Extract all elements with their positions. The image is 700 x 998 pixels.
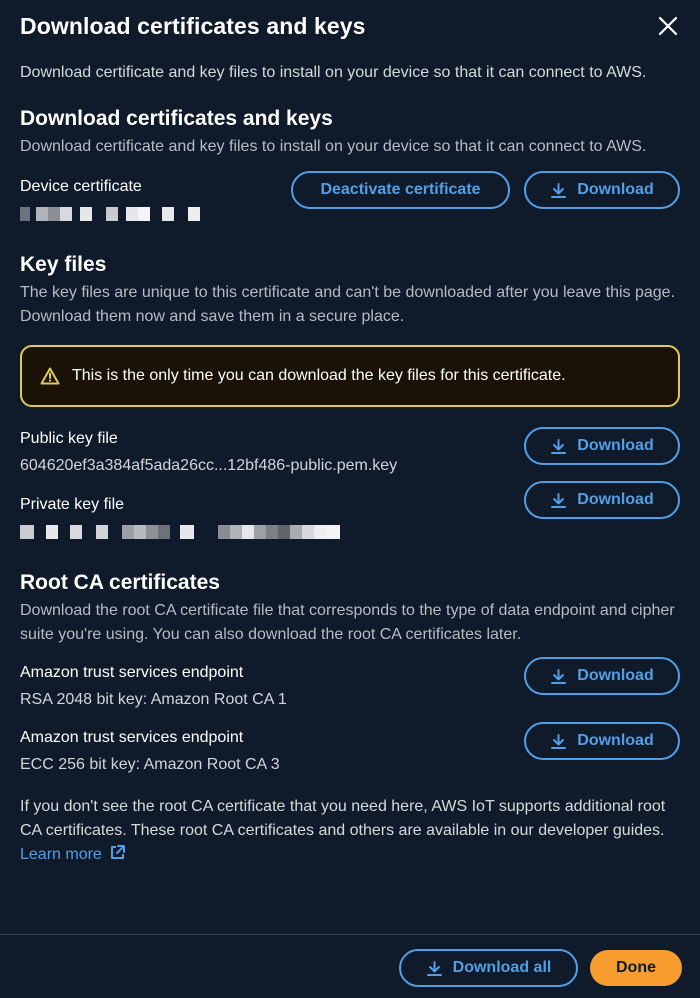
download-icon	[551, 492, 567, 508]
download-device-certificate-button[interactable]: Download	[524, 171, 680, 209]
download-all-label: Download all	[452, 959, 552, 976]
root-ca-label: Amazon trust services endpoint	[20, 729, 244, 746]
root-ca-label: Amazon trust services endpoint	[20, 664, 244, 681]
root-ca-row: Amazon trust services endpoint ECC 256 b…	[20, 722, 680, 777]
download-icon	[551, 182, 567, 198]
private-key-info: Private key file	[20, 493, 340, 539]
modal-footer: Download all Done	[399, 949, 682, 987]
download-label: Download	[577, 491, 654, 508]
modal-title: Download certificates and keys	[20, 13, 366, 39]
learn-more-link[interactable]: Learn more	[20, 845, 126, 863]
modal-header: Download certificates and keys	[20, 12, 680, 40]
private-key-row: Private key file Download	[20, 481, 680, 539]
download-root-ca-1-button[interactable]: Download	[524, 657, 680, 695]
key-files-heading: Key files	[20, 253, 107, 276]
key-files-description: The key files are unique to this certifi…	[20, 284, 676, 325]
download-label: Download	[577, 181, 654, 198]
device-certificate-label: Device certificate	[20, 178, 142, 195]
private-key-redacted-value	[20, 525, 340, 539]
external-link-icon	[111, 845, 126, 859]
public-key-filename: 604620ef3a384af5ada26cc...12bf486-public…	[20, 457, 398, 474]
public-key-label: Public key file	[20, 430, 118, 447]
device-certificate-actions: Deactivate certificate Download	[291, 171, 680, 209]
key-files-section: Key files The key files are unique to th…	[20, 251, 680, 539]
warning-icon	[40, 367, 60, 385]
download-private-key-button[interactable]: Download	[524, 481, 680, 519]
public-key-row: Public key file 604620ef3a384af5ada26cc.…	[20, 427, 680, 478]
download-icon	[551, 733, 567, 749]
root-ca-footer-text: If you don't see the root CA certificate…	[20, 795, 680, 867]
root-ca-section: Root CA certificates Download the root C…	[20, 569, 680, 867]
download-icon	[551, 438, 567, 454]
root-ca-info: Amazon trust services endpoint RSA 2048 …	[20, 661, 287, 712]
root-ca-value: ECC 256 bit key: Amazon Root CA 3	[20, 756, 280, 773]
private-key-label: Private key file	[20, 496, 125, 513]
download-label: Download	[577, 667, 654, 684]
close-button[interactable]	[654, 12, 682, 40]
footer-divider	[0, 934, 700, 935]
root-ca-info: Amazon trust services endpoint ECC 256 b…	[20, 726, 280, 777]
root-ca-row: Amazon trust services endpoint RSA 2048 …	[20, 657, 680, 712]
warning-text: This is the only time you can download t…	[72, 367, 566, 384]
learn-more-label: Learn more	[20, 846, 102, 863]
download-label: Download	[577, 732, 654, 749]
root-ca-value: RSA 2048 bit key: Amazon Root CA 1	[20, 691, 287, 708]
certificates-heading: Download certificates and keys	[20, 107, 333, 130]
root-ca-description: Download the root CA certificate file th…	[20, 602, 675, 643]
download-icon	[551, 668, 567, 684]
close-icon	[658, 16, 678, 36]
certificates-section: Download certificates and keys Download …	[20, 105, 680, 221]
modal-intro: Download certificate and key files to in…	[20, 64, 647, 81]
root-ca-heading: Root CA certificates	[20, 571, 220, 594]
device-certificate-redacted-value	[20, 207, 200, 221]
root-ca-footer-note: If you don't see the root CA certificate…	[20, 798, 666, 839]
download-label: Download	[577, 437, 654, 454]
key-files-warning-alert: This is the only time you can download t…	[20, 345, 680, 407]
done-button[interactable]: Done	[590, 950, 682, 986]
deactivate-certificate-button[interactable]: Deactivate certificate	[291, 171, 510, 209]
public-key-info: Public key file 604620ef3a384af5ada26cc.…	[20, 427, 397, 478]
modal-content: Download certificates and keys Download …	[0, 0, 700, 867]
download-root-ca-3-button[interactable]: Download	[524, 722, 680, 760]
download-certificates-modal: Download certificates and keys Download …	[0, 0, 700, 998]
download-all-button[interactable]: Download all	[399, 949, 578, 987]
device-certificate-info: Device certificate	[20, 175, 200, 221]
certificates-description: Download certificate and key files to in…	[20, 138, 647, 155]
download-public-key-button[interactable]: Download	[524, 427, 680, 465]
device-certificate-row: Device certificate Deactivate certificat…	[20, 171, 680, 221]
download-icon	[426, 960, 442, 976]
